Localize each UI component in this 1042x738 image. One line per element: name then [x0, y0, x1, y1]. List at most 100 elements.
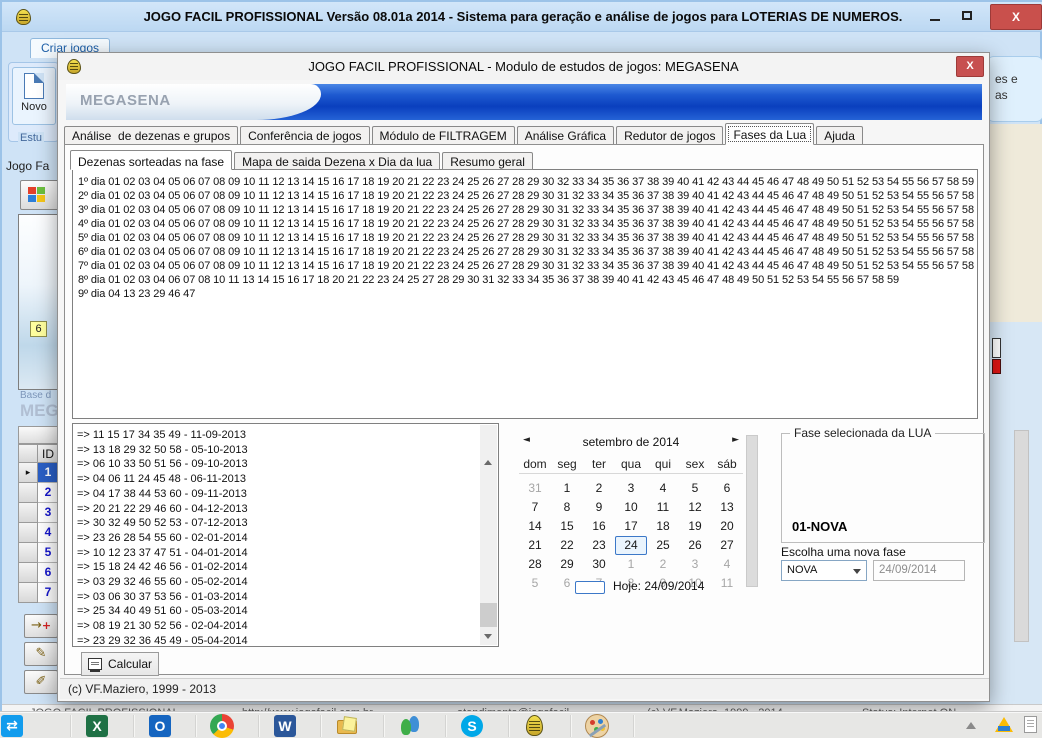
calendar-day[interactable]: 4	[647, 479, 679, 498]
calendar-day[interactable]: 1	[551, 479, 583, 498]
table-row[interactable]: 6	[18, 563, 59, 583]
scroll-up-icon[interactable]	[480, 454, 497, 471]
games-scrollbar[interactable]	[480, 425, 497, 645]
scroll-down-icon[interactable]	[480, 628, 497, 645]
table-row[interactable]: 7	[18, 583, 59, 603]
moon-days-box[interactable]: 1º dia 01 02 03 04 05 06 07 08 09 10 11 …	[72, 169, 978, 419]
tab-an-lise-de-dezenas-e-grupos[interactable]: Análise de dezenas e grupos	[64, 126, 238, 145]
grid-row-id[interactable]: 1	[38, 463, 59, 483]
list-item[interactable]: => 03 06 30 37 53 56 - 01-03-2014	[77, 590, 498, 605]
windows-button[interactable]	[20, 180, 59, 210]
calendar-day[interactable]: 23	[583, 536, 615, 555]
list-item[interactable]: => 11 15 17 34 35 49 - 11-09-2013	[77, 428, 498, 443]
tab-an-lise-gr-fica[interactable]: Análise Gráfica	[517, 126, 614, 145]
today-label[interactable]: Hoje: 24/09/2014	[613, 579, 704, 593]
fase-date-field[interactable]: 24/09/2014	[873, 560, 965, 581]
chrome-icon[interactable]	[210, 714, 234, 738]
calendar-day[interactable]: 26	[679, 536, 711, 555]
calendar-day[interactable]: 22	[551, 536, 583, 555]
table-row[interactable]: 4	[18, 523, 59, 543]
notes-folder-icon[interactable]	[335, 714, 359, 738]
grid-row-id[interactable]: 2	[38, 483, 59, 503]
calendar-day[interactable]: 18	[647, 517, 679, 536]
calendar-day[interactable]: 4	[711, 555, 743, 574]
teamviewer-icon[interactable]: ⇄	[0, 714, 24, 738]
list-item[interactable]: => 04 17 38 44 53 60 - 09-11-2013	[77, 487, 498, 502]
tab-ajuda[interactable]: Ajuda	[816, 126, 863, 145]
list-item[interactable]: => 10 12 23 37 47 51 - 04-01-2014	[77, 546, 498, 561]
list-item[interactable]: => 25 34 40 49 51 60 - 05-03-2014	[77, 604, 498, 619]
minimize-button[interactable]	[922, 6, 948, 27]
calendar-day[interactable]: 9	[583, 498, 615, 517]
calendar-day[interactable]: 2	[647, 555, 679, 574]
messenger-icon[interactable]	[398, 714, 422, 738]
tab-dezenas-sorteadas-na-fase[interactable]: Dezenas sorteadas na fase	[70, 150, 232, 170]
close-button[interactable]: X	[990, 4, 1042, 30]
skype-icon[interactable]: S	[460, 714, 484, 738]
grid-row-id[interactable]: 6	[38, 563, 59, 583]
show-hidden-icons[interactable]	[966, 722, 976, 729]
tab-confer-ncia-de-jogos[interactable]: Conferência de jogos	[240, 126, 369, 145]
dialog-close-button[interactable]: X	[956, 56, 984, 77]
calendar-day[interactable]: 31	[519, 479, 551, 498]
calendar-day[interactable]: 3	[679, 555, 711, 574]
documents-icon[interactable]	[1024, 716, 1037, 733]
calendar-day[interactable]: 21	[519, 536, 551, 555]
grid-row-id[interactable]: 3	[38, 503, 59, 523]
calendar-day[interactable]: 1	[615, 555, 647, 574]
calendar-day-selected[interactable]: 24	[615, 536, 647, 555]
calendar-day[interactable]: 12	[679, 498, 711, 517]
list-item[interactable]: => 23 26 28 54 55 60 - 02-01-2014	[77, 531, 498, 546]
calendar-day[interactable]: 3	[615, 479, 647, 498]
calendar-day[interactable]: 25	[647, 536, 679, 555]
table-row[interactable]: 3	[18, 503, 59, 523]
calendar-splitter[interactable]	[746, 435, 758, 587]
list-item[interactable]: => 03 29 32 46 55 60 - 05-02-2014	[77, 575, 498, 590]
list-item[interactable]: => 08 19 21 30 52 56 - 02-04-2014	[77, 619, 498, 634]
list-item[interactable]: => 30 32 49 50 52 53 - 07-12-2013	[77, 516, 498, 531]
edit-record-button[interactable]: ✎	[24, 642, 58, 666]
right-scrollbar[interactable]	[1014, 430, 1029, 642]
word-icon[interactable]: W	[273, 714, 297, 738]
right-partial-button[interactable]: es e as	[995, 71, 1018, 103]
calendar-next-icon[interactable]: ►	[732, 435, 739, 445]
tab-resumo-geral[interactable]: Resumo geral	[442, 152, 533, 170]
google-drive-icon[interactable]	[995, 717, 1013, 732]
tab-mapa-de-saida-dezena-x-dia-da-lua[interactable]: Mapa de saida Dezena x Dia da lua	[234, 152, 440, 170]
calcular-button[interactable]: Calcular	[81, 652, 159, 676]
calendar-day[interactable]: 29	[551, 555, 583, 574]
maximize-button[interactable]	[954, 6, 980, 27]
calendar-day[interactable]: 17	[615, 517, 647, 536]
games-list[interactable]: => 11 15 17 34 35 49 - 11-09-2013=> 13 1…	[72, 423, 499, 647]
table-row[interactable]: 5	[18, 543, 59, 563]
list-item[interactable]: => 13 18 29 32 50 58 - 05-10-2013	[77, 443, 498, 458]
calendar-day[interactable]: 7	[519, 498, 551, 517]
table-row[interactable]: ▸1	[18, 463, 59, 483]
list-item[interactable]: => 20 21 22 29 46 60 - 04-12-2013	[77, 502, 498, 517]
calendar-day[interactable]: 19	[679, 517, 711, 536]
table-row[interactable]: 2	[18, 483, 59, 503]
add-record-button[interactable]: →+	[24, 614, 58, 638]
calendar-day[interactable]: 2	[583, 479, 615, 498]
calendar-day[interactable]: 20	[711, 517, 743, 536]
list-item[interactable]: => 04 06 11 24 45 48 - 06-11-2013	[77, 472, 498, 487]
tab-fases-da-lua[interactable]: Fases da Lua	[725, 123, 814, 145]
calendar-day[interactable]: 13	[711, 498, 743, 517]
calendar-day[interactable]: 30	[583, 555, 615, 574]
calendar-day[interactable]: 27	[711, 536, 743, 555]
today-box-icon[interactable]	[575, 581, 605, 594]
calendar-day[interactable]: 15	[551, 517, 583, 536]
fase-combobox[interactable]: NOVA	[781, 560, 867, 581]
grid-row-id[interactable]: 7	[38, 583, 59, 603]
outlook-icon[interactable]: O	[148, 714, 172, 738]
list-item[interactable]: => 23 29 32 36 45 49 - 05-04-2014	[77, 634, 498, 647]
paint-icon[interactable]	[585, 714, 609, 738]
list-item[interactable]: => 15 18 24 42 46 56 - 01-02-2014	[77, 560, 498, 575]
jogofacil-icon[interactable]	[523, 714, 547, 738]
grid-row-id[interactable]: 4	[38, 523, 59, 543]
tab-redutor-de-jogos[interactable]: Redutor de jogos	[616, 126, 723, 145]
list-item[interactable]: => 06 10 33 50 51 56 - 09-10-2013	[77, 457, 498, 472]
calendar-day[interactable]: 6	[711, 479, 743, 498]
calendar-day[interactable]: 14	[519, 517, 551, 536]
calendar-day[interactable]: 10	[615, 498, 647, 517]
